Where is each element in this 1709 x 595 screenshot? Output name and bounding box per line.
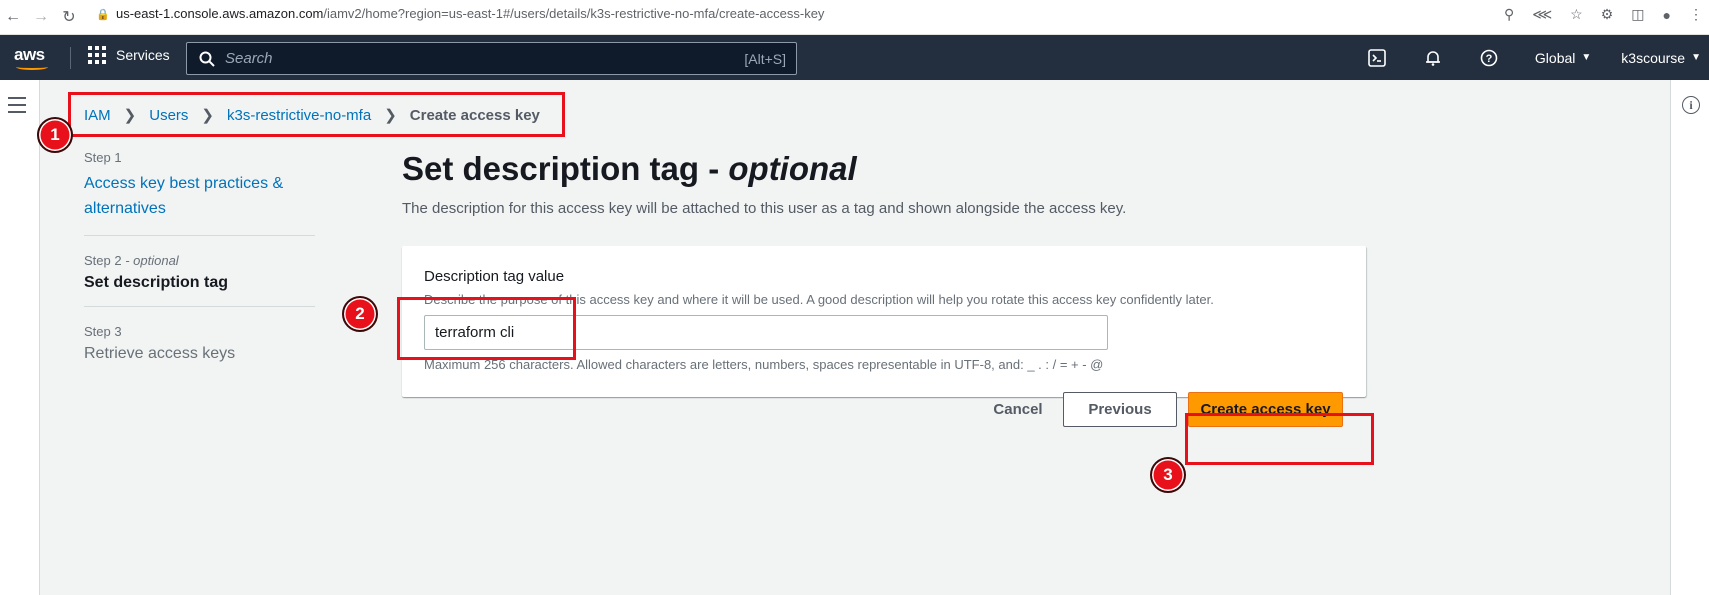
browser-toolbar: ← → ↻ 🔒 us-east-1.console.aws.amazon.com… [0, 0, 1709, 35]
annotation-box-input [397, 297, 576, 360]
url-text: us-east-1.console.aws.amazon.com/iamv2/h… [116, 6, 825, 21]
notifications-bell-icon[interactable] [1423, 48, 1443, 68]
left-rail [0, 80, 40, 595]
step-label: Step 3 [84, 324, 122, 339]
more-icon[interactable]: ⋮ [1689, 6, 1703, 23]
annotation-box-create [1185, 413, 1374, 465]
search-icon [199, 51, 215, 67]
search-placeholder: Search [225, 50, 273, 67]
lock-icon: 🔒 [96, 8, 110, 21]
search-shortcut: [Alt+S] [744, 50, 786, 67]
reload-icon[interactable]: ↻ [58, 6, 80, 28]
caret-down-icon: ▼ [1691, 52, 1701, 63]
star-icon[interactable]: ☆ [1570, 6, 1583, 23]
forward-icon[interactable]: → [30, 6, 52, 28]
right-rail: i [1670, 80, 1709, 595]
previous-button[interactable]: Previous [1063, 392, 1177, 427]
step-label: Step 1 [84, 150, 122, 165]
annotation-badge-1: 1 [37, 117, 73, 153]
page-description: The description for this access key will… [402, 200, 1127, 217]
account-label: k3scourse [1621, 49, 1686, 66]
wizard-steps: Step 1 Access key best practices & alter… [84, 150, 315, 394]
main-content: IAM ❯ Users ❯ k3s-restrictive-no-mfa ❯ C… [40, 80, 1670, 595]
back-icon[interactable]: ← [2, 6, 24, 28]
annotation-badge-3: 3 [1150, 457, 1186, 493]
caret-down-icon: ▼ [1581, 52, 1592, 63]
svg-text:?: ? [1486, 53, 1493, 65]
cancel-button[interactable]: Cancel [978, 392, 1058, 426]
side-panel-icon[interactable]: ◫ [1631, 6, 1644, 23]
aws-top-nav: aws Services Search [Alt+S] ? Global ▼ k… [0, 35, 1709, 80]
services-grid-icon [88, 46, 106, 64]
address-bar[interactable]: 🔒 us-east-1.console.aws.amazon.com/iamv2… [96, 6, 824, 21]
zoom-icon[interactable]: ⚲ [1504, 6, 1514, 23]
field-label: Description tag value [424, 268, 565, 285]
menu-icon[interactable] [8, 97, 26, 118]
cloudshell-icon[interactable] [1367, 48, 1387, 68]
wizard-step-3: Step 3 Retrieve access keys [84, 324, 315, 377]
step-2-title: Set description tag [84, 274, 229, 291]
account-menu[interactable]: k3scourse ▼ [1621, 50, 1701, 66]
share-icon[interactable]: ⋘ [1532, 6, 1552, 23]
step-1-link[interactable]: Access key best practices & alternatives [84, 171, 315, 221]
wizard-step-2: Step 2 - optional Set description tag [84, 253, 315, 307]
services-menu[interactable]: Services [88, 46, 170, 64]
services-label: Services [116, 47, 170, 63]
page-title: Set description tag - optional [402, 150, 857, 187]
help-icon[interactable]: ? [1479, 48, 1499, 68]
wizard-step-1: Step 1 Access key best practices & alter… [84, 150, 315, 236]
step-3-title: Retrieve access keys [84, 345, 236, 362]
region-menu[interactable]: Global ▼ [1535, 50, 1591, 66]
aws-logo[interactable]: aws [14, 45, 52, 71]
annotation-badge-2: 2 [342, 296, 378, 332]
extensions-icon[interactable]: ⚙ [1601, 6, 1614, 23]
step-label: Step 2 - optional [84, 253, 179, 268]
profile-icon[interactable]: ● [1663, 7, 1671, 23]
annotation-box-breadcrumb [68, 92, 565, 137]
region-label: Global [1534, 49, 1576, 66]
info-icon[interactable]: i [1682, 96, 1700, 114]
search-input[interactable]: Search [Alt+S] [186, 42, 797, 75]
